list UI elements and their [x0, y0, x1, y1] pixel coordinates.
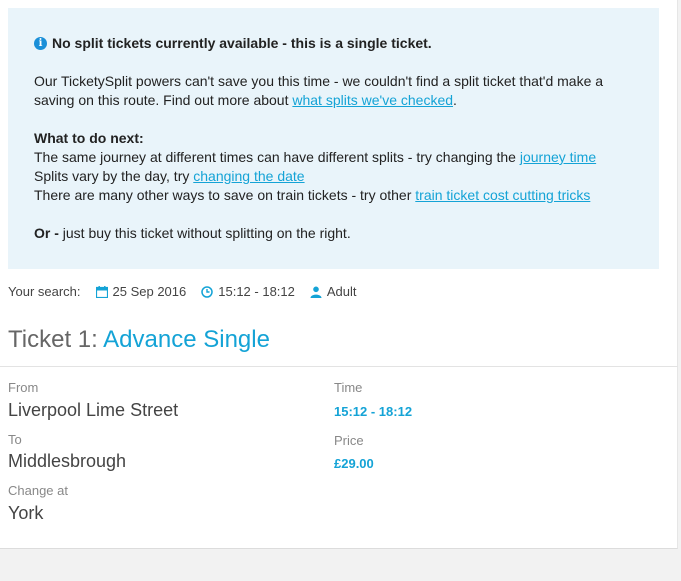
person-icon [310, 286, 322, 298]
from-label: From [8, 380, 39, 395]
change-date-link[interactable]: changing the date [193, 168, 304, 184]
tip-change-date: Splits vary by the day, try changing the… [34, 168, 305, 184]
page: i No split tickets currently available -… [0, 0, 678, 549]
cost-cutting-link[interactable]: train ticket cost cutting tricks [415, 187, 590, 203]
search-summary: Your search: 25 Sep 2016 15:12 - 18:12 A… [8, 284, 357, 299]
search-time: 15:12 - 18:12 [201, 284, 295, 299]
tip-cost-cutting: There are many other ways to save on tra… [34, 187, 591, 203]
notice-title: No split tickets currently available - t… [52, 35, 432, 51]
divider [0, 366, 678, 367]
journey-time-value: 15:12 - 18:12 [334, 404, 413, 419]
notice-title-row: i No split tickets currently available -… [34, 34, 633, 53]
price-value: £29.00 [334, 456, 374, 471]
change-label: Change at [8, 483, 68, 498]
or-buy-line: Or - just buy this ticket without splitt… [34, 225, 351, 241]
search-passenger: Adult [310, 284, 357, 299]
time-label: Time [334, 380, 363, 395]
clock-icon [201, 285, 213, 298]
no-split-notice: i No split tickets currently available -… [8, 8, 659, 269]
to-station: Middlesbrough [8, 451, 127, 471]
what-splits-link[interactable]: what splits we've checked [292, 92, 453, 108]
next-steps-heading: What to do next: [34, 130, 144, 146]
search-label: Your search: [8, 284, 81, 299]
from-station: Liverpool Lime Street [8, 400, 179, 420]
tip-journey-time: The same journey at different times can … [34, 149, 597, 165]
change-station: York [8, 503, 44, 523]
price-label: Price [334, 433, 364, 448]
journey-time-link[interactable]: journey time [520, 149, 596, 165]
ticket-type: Advance Single [103, 326, 270, 353]
search-date: 25 Sep 2016 [95, 284, 186, 299]
next-steps: What to do next: The same journey at dif… [34, 129, 633, 205]
info-icon: i [34, 37, 47, 50]
calendar-icon [95, 285, 108, 298]
ticket-title: Ticket 1: Advance Single [8, 326, 270, 353]
to-label: To [8, 432, 22, 447]
notice-explanation: Our TicketySplit powers can't save you t… [34, 73, 604, 108]
